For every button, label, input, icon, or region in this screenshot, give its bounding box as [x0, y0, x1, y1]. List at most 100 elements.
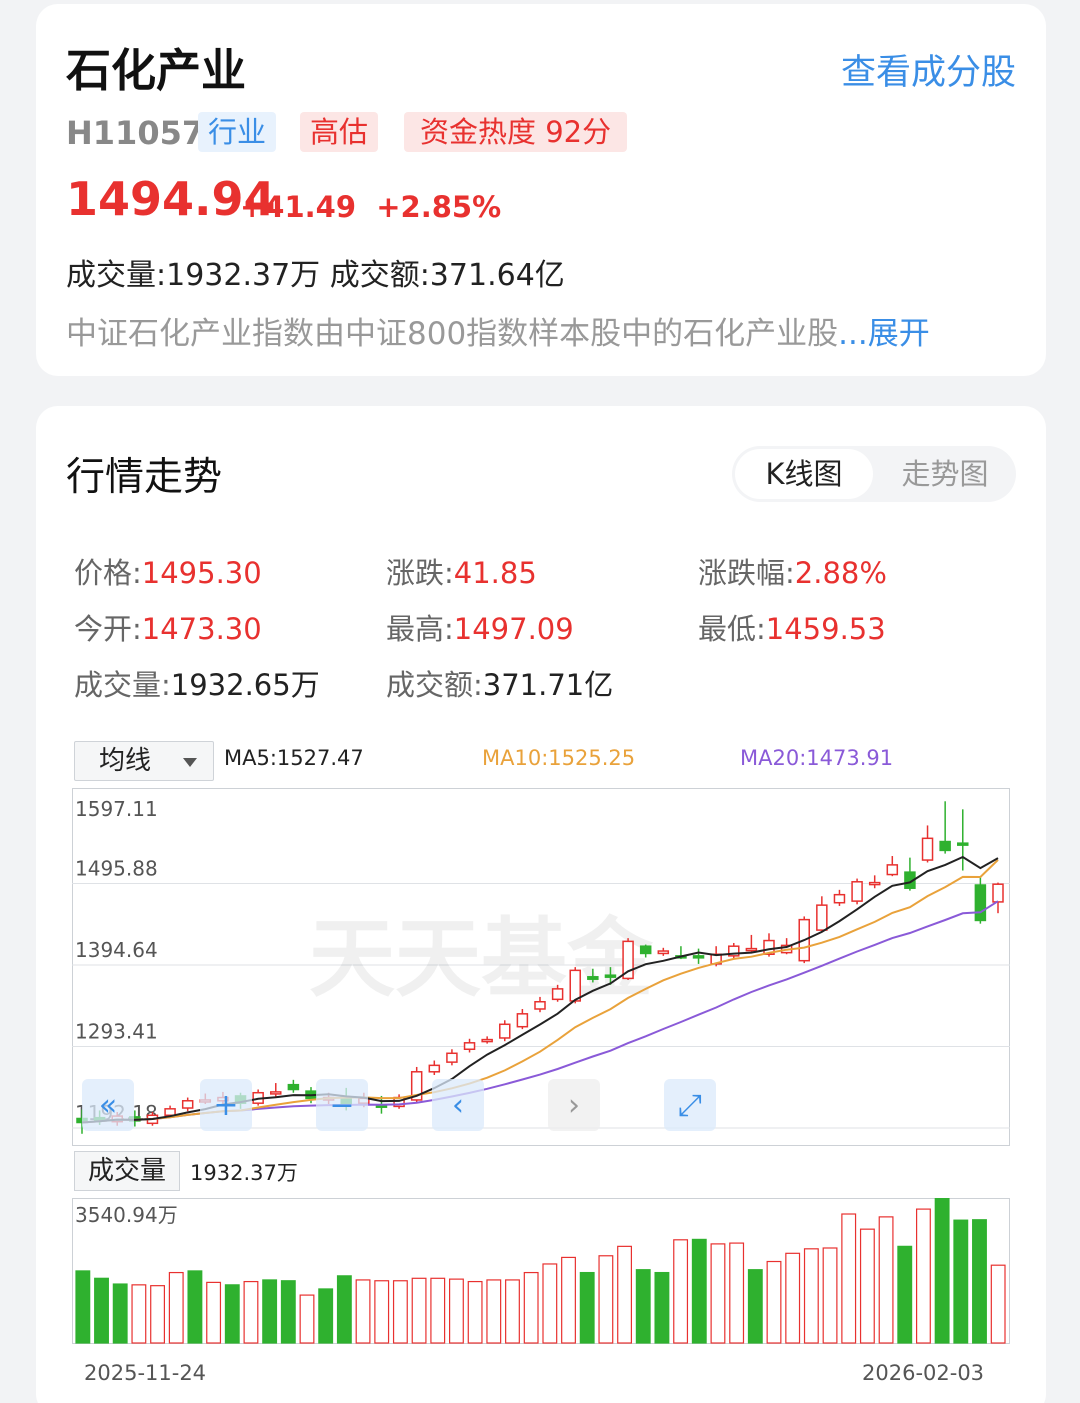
- stat-label: 今开:: [74, 612, 142, 646]
- volume-bar: [187, 1270, 203, 1344]
- volume-bar: [972, 1219, 987, 1344]
- candle-body: [499, 1023, 511, 1039]
- nav-glyph: +: [213, 1088, 238, 1123]
- volume-bar: [635, 1269, 651, 1344]
- volume-bar: [411, 1277, 427, 1344]
- market-trend-card: 行情走势 K线图 走势图 价格:1495.30 涨跌:41.85 涨跌幅:2.8…: [36, 406, 1046, 1403]
- nav-glyph: ›: [568, 1088, 580, 1123]
- ma-dropdown[interactable]: 均线: [74, 741, 214, 781]
- price-change: +41.49 +2.85%: [240, 190, 501, 224]
- tab-trend[interactable]: 走势图: [877, 449, 1013, 499]
- candle-body: [446, 1052, 458, 1063]
- candle-body: [181, 1100, 194, 1109]
- ma20-value: MA20:1473.91: [740, 746, 894, 770]
- candle-body: [745, 947, 758, 952]
- candle-body: [516, 1013, 529, 1028]
- volume-bar: [467, 1280, 483, 1344]
- nav-glyph: −: [329, 1088, 354, 1123]
- candle-body: [604, 974, 617, 978]
- index-header-card: 石化产业 查看成分股 H11057 行业 高估 资金热度 92分 1494.94…: [36, 4, 1046, 376]
- kline-chart[interactable]: 1597.111495.881394.641293.411192.18天天基金«…: [72, 788, 1010, 1146]
- stat-low: 最低:1459.53: [698, 606, 886, 648]
- candle-body: [886, 864, 899, 876]
- stat-open: 今开:1473.30: [74, 606, 262, 648]
- scroll-right-icon[interactable]: ›: [548, 1079, 600, 1131]
- volume-amount-line: 成交量:1932.37万 成交额:371.64亿: [66, 258, 565, 293]
- candle-body: [851, 881, 863, 902]
- candle-body: [657, 950, 670, 955]
- candle-body: [287, 1083, 300, 1091]
- volume-bar: [262, 1279, 278, 1344]
- volume-bar: [617, 1245, 632, 1344]
- volume-dropdown[interactable]: 成交量: [74, 1151, 180, 1191]
- index-description: 中证石化产业指数由中证800指数样本股中的石化产业股...展开: [66, 308, 930, 353]
- stat-label: 最低:: [698, 612, 766, 646]
- y-tick-label: 1597.11: [75, 797, 158, 821]
- expand-link[interactable]: ...展开: [838, 316, 930, 352]
- chart-type-switch: K线图 走势图: [732, 446, 1016, 502]
- candle-body: [992, 883, 1004, 903]
- candle-body: [957, 842, 969, 846]
- ma5-value: MA5:1527.47: [224, 746, 364, 770]
- y-tick-label: 1495.88: [75, 856, 158, 880]
- zoom-out-icon[interactable]: −: [316, 1079, 368, 1131]
- volume-bar: [747, 1269, 763, 1344]
- tag-valuation: 高估: [300, 112, 379, 152]
- tag-fund-heat: 资金热度 92分: [404, 112, 628, 152]
- stat-change: 涨跌:41.85: [386, 550, 537, 592]
- candle-body: [164, 1108, 176, 1117]
- volume-bar: [112, 1283, 128, 1344]
- nav-glyph: ‹: [452, 1088, 464, 1123]
- stat-value: 1459.53: [765, 612, 886, 646]
- volume-bar: [822, 1247, 838, 1344]
- volume-bar: [841, 1213, 857, 1344]
- candle-body: [569, 969, 581, 1002]
- volume-bar: [990, 1264, 1006, 1344]
- scroll-left-icon[interactable]: ‹: [432, 1079, 484, 1131]
- ma-dropdown-label: 均线: [99, 746, 152, 776]
- volume-bar: [710, 1243, 726, 1344]
- volume-chart: 3540.94万: [72, 1198, 1010, 1344]
- volume-bar: [859, 1228, 875, 1344]
- stat-label: 成交量:: [74, 668, 171, 702]
- candle-body: [833, 893, 846, 904]
- candle-body: [692, 955, 705, 959]
- candle-body: [534, 1000, 546, 1010]
- volume-bar: [673, 1239, 689, 1344]
- volume-bar: [691, 1238, 707, 1344]
- volume-bar: [915, 1208, 931, 1344]
- stat-label: 涨跌幅:: [698, 556, 795, 590]
- chevron-down-icon: [183, 758, 197, 767]
- view-components-link[interactable]: 查看成分股: [841, 44, 1016, 95]
- stat-label: 成交额:: [386, 668, 483, 702]
- scroll-start-icon[interactable]: «: [82, 1079, 134, 1131]
- volume-bar: [897, 1245, 913, 1344]
- zoom-in-icon[interactable]: +: [200, 1079, 252, 1131]
- volume-bar: [392, 1280, 408, 1344]
- stat-label: 最高:: [386, 612, 454, 646]
- end-date: 2026-02-03: [862, 1361, 985, 1385]
- candle-body: [639, 945, 652, 955]
- volume-bar: [505, 1279, 520, 1344]
- volume-bar: [374, 1280, 390, 1344]
- volume-bar: [355, 1279, 371, 1344]
- stat-high: 最高:1497.09: [386, 606, 574, 648]
- stat-value: 1497.09: [453, 612, 574, 646]
- stat-label: 涨跌:: [386, 556, 454, 590]
- volume-bar: [168, 1271, 184, 1344]
- volume-bar: [542, 1263, 558, 1344]
- stat-volume: 成交量:1932.65万: [74, 662, 320, 704]
- y-tick-label: 1394.64: [75, 938, 158, 962]
- volume-bar: [280, 1280, 296, 1344]
- volume-bar: [523, 1271, 539, 1344]
- fullscreen-icon[interactable]: ⤢: [664, 1079, 716, 1131]
- watermark-text: 天天基金: [309, 909, 654, 1009]
- stat-value: 371.71亿: [482, 668, 614, 702]
- stat-value: 1932.65万: [170, 668, 320, 702]
- tab-kline[interactable]: K线图: [735, 449, 873, 499]
- candle-body: [428, 1064, 441, 1073]
- volume-bar: [785, 1252, 801, 1344]
- volume-bar: [598, 1255, 614, 1344]
- volume-bar: [878, 1216, 894, 1344]
- volume-bar: [243, 1280, 259, 1344]
